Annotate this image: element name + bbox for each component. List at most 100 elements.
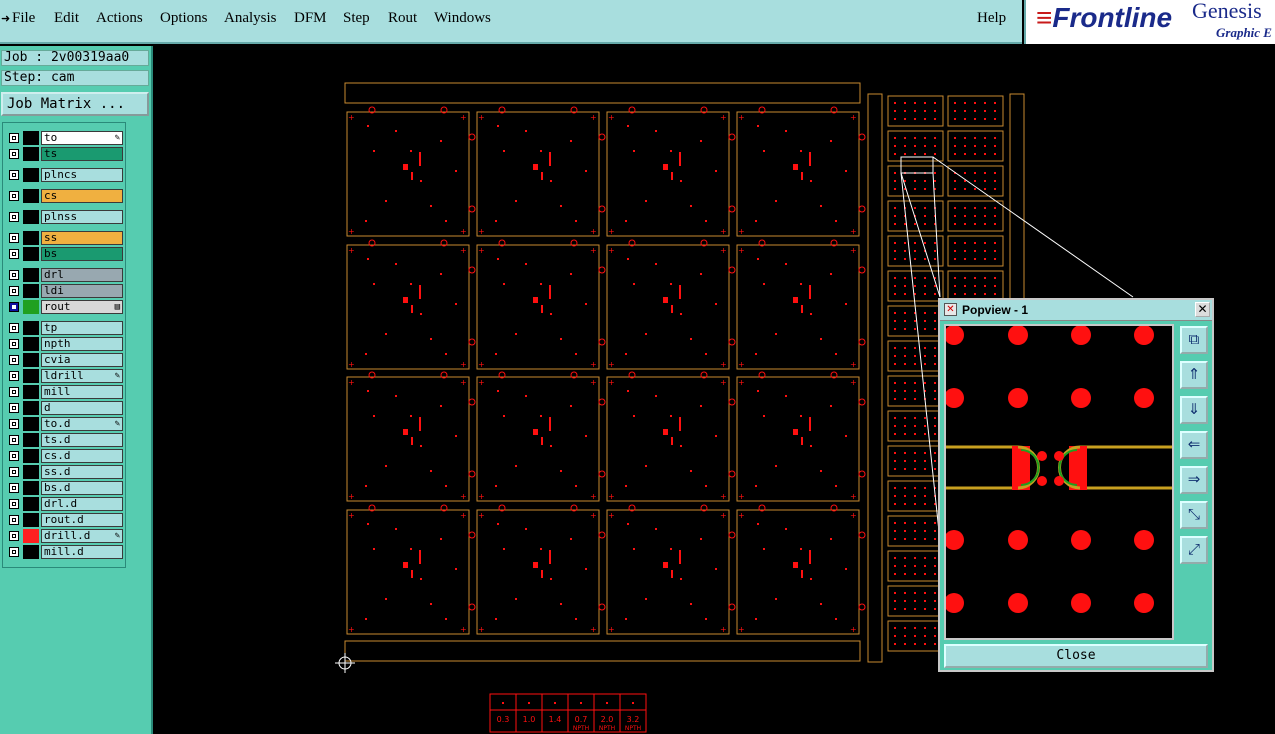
layer-name[interactable]: ts bbox=[41, 147, 123, 161]
layer-row-plncs[interactable]: plncs bbox=[5, 168, 125, 182]
zoom-fit-icon[interactable]: ⧉ bbox=[1180, 326, 1208, 354]
window-menu-icon[interactable]: ✕ bbox=[944, 303, 957, 316]
layer-color-swatch[interactable] bbox=[23, 321, 39, 335]
menu-windows[interactable]: Windows bbox=[434, 10, 491, 27]
close-button[interactable]: Close bbox=[944, 644, 1208, 668]
layer-name[interactable]: d bbox=[41, 401, 123, 415]
layer-name[interactable]: drl bbox=[41, 268, 123, 282]
layer-row-d[interactable]: d bbox=[5, 401, 125, 415]
layer-checkbox[interactable] bbox=[9, 149, 19, 159]
close-icon[interactable]: ✕ bbox=[1195, 302, 1210, 317]
move-left-icon[interactable]: ⇐ bbox=[1180, 431, 1208, 459]
popview-drawing[interactable] bbox=[944, 325, 1172, 638]
layer-color-swatch[interactable] bbox=[23, 210, 39, 224]
layer-checkbox[interactable] bbox=[9, 302, 19, 312]
layer-name[interactable]: mill.d bbox=[41, 545, 123, 559]
move-right-icon[interactable]: ⇒ bbox=[1180, 466, 1208, 494]
layer-color-swatch[interactable] bbox=[23, 231, 39, 245]
layer-checkbox[interactable] bbox=[9, 515, 19, 525]
layer-checkbox[interactable] bbox=[9, 547, 19, 557]
layer-name[interactable]: ss bbox=[41, 231, 123, 245]
layer-checkbox[interactable] bbox=[9, 371, 19, 381]
layer-row-drill-d[interactable]: drill.d ✎ bbox=[5, 529, 125, 543]
layer-checkbox[interactable] bbox=[9, 133, 19, 143]
layer-name[interactable]: to.d ✎ bbox=[41, 417, 123, 431]
layer-name[interactable]: drill.d ✎ bbox=[41, 529, 123, 543]
layer-row-rout[interactable]: rout ▤ bbox=[5, 300, 125, 314]
layer-row-to-d[interactable]: to.d ✎ bbox=[5, 417, 125, 431]
layer-row-mill[interactable]: mill bbox=[5, 385, 125, 399]
popview-titlebar[interactable]: ✕ Popview - 1 ✕ bbox=[940, 300, 1212, 321]
layer-checkbox[interactable] bbox=[9, 286, 19, 296]
layer-name[interactable]: ts.d bbox=[41, 433, 123, 447]
layer-name[interactable]: mill bbox=[41, 385, 123, 399]
layer-checkbox[interactable] bbox=[9, 233, 19, 243]
layer-row-bs-d[interactable]: bs.d bbox=[5, 481, 125, 495]
layer-row-ldrill[interactable]: ldrill ✎ bbox=[5, 369, 125, 383]
layer-color-swatch[interactable] bbox=[23, 449, 39, 463]
layer-row-cvia[interactable]: cvia bbox=[5, 353, 125, 367]
layer-name[interactable]: tp bbox=[41, 321, 123, 335]
layer-checkbox[interactable] bbox=[9, 451, 19, 461]
move-up-icon[interactable]: ⇑ bbox=[1180, 361, 1208, 389]
layer-row-ss-d[interactable]: ss.d bbox=[5, 465, 125, 479]
layer-name[interactable]: drl.d bbox=[41, 497, 123, 511]
layer-checkbox[interactable] bbox=[9, 435, 19, 445]
layer-name[interactable]: ss.d bbox=[41, 465, 123, 479]
layer-name[interactable]: plncs bbox=[41, 168, 123, 182]
menu-actions[interactable]: Actions bbox=[96, 10, 143, 27]
layer-color-swatch[interactable] bbox=[23, 337, 39, 351]
layer-color-swatch[interactable] bbox=[23, 189, 39, 203]
move-down-icon[interactable]: ⇓ bbox=[1180, 396, 1208, 424]
layer-color-swatch[interactable] bbox=[23, 401, 39, 415]
menu-options[interactable]: Options bbox=[160, 10, 208, 27]
layer-name[interactable]: rout.d bbox=[41, 513, 123, 527]
menu-edit[interactable]: Edit bbox=[54, 10, 79, 27]
layer-row-ts-d[interactable]: ts.d bbox=[5, 433, 125, 447]
layer-name[interactable]: cvia bbox=[41, 353, 123, 367]
layer-color-swatch[interactable] bbox=[23, 513, 39, 527]
layer-color-swatch[interactable] bbox=[23, 529, 39, 543]
menu-step[interactable]: Step bbox=[343, 10, 370, 27]
layer-checkbox[interactable] bbox=[9, 387, 19, 397]
layer-color-swatch[interactable] bbox=[23, 465, 39, 479]
layer-color-swatch[interactable] bbox=[23, 481, 39, 495]
layer-row-cs[interactable]: cs bbox=[5, 189, 125, 203]
popview-viewport[interactable] bbox=[944, 324, 1174, 640]
menu-analysis[interactable]: Analysis bbox=[224, 10, 277, 27]
layer-checkbox[interactable] bbox=[9, 403, 19, 413]
layer-color-swatch[interactable] bbox=[23, 497, 39, 511]
layer-row-drl-d[interactable]: drl.d bbox=[5, 497, 125, 511]
layer-row-plnss[interactable]: plnss bbox=[5, 210, 125, 224]
layer-checkbox[interactable] bbox=[9, 355, 19, 365]
layer-row-bs[interactable]: bs bbox=[5, 247, 125, 261]
layer-color-swatch[interactable] bbox=[23, 433, 39, 447]
layer-row-rout-d[interactable]: rout.d bbox=[5, 513, 125, 527]
layer-row-ss[interactable]: ss bbox=[5, 231, 125, 245]
layer-color-swatch[interactable] bbox=[23, 284, 39, 298]
layer-color-swatch[interactable] bbox=[23, 147, 39, 161]
layer-color-swatch[interactable] bbox=[23, 300, 39, 314]
layer-row-ldi[interactable]: ldi bbox=[5, 284, 125, 298]
zoom-out-icon[interactable]: ⤡ bbox=[1180, 501, 1208, 529]
layer-checkbox[interactable] bbox=[9, 191, 19, 201]
layer-checkbox[interactable] bbox=[9, 419, 19, 429]
layer-checkbox[interactable] bbox=[9, 339, 19, 349]
layer-row-drl[interactable]: drl bbox=[5, 268, 125, 282]
layer-name[interactable]: ldrill ✎ bbox=[41, 369, 123, 383]
menu-file[interactable]: File bbox=[12, 10, 35, 27]
layer-color-swatch[interactable] bbox=[23, 385, 39, 399]
layer-checkbox[interactable] bbox=[9, 323, 19, 333]
layer-checkbox[interactable] bbox=[9, 467, 19, 477]
layer-name[interactable]: to ✎ bbox=[41, 131, 123, 145]
layer-color-swatch[interactable] bbox=[23, 417, 39, 431]
layer-color-swatch[interactable] bbox=[23, 131, 39, 145]
layer-color-swatch[interactable] bbox=[23, 545, 39, 559]
zoom-in-icon[interactable]: ⤢ bbox=[1180, 536, 1208, 564]
menu-rout[interactable]: Rout bbox=[388, 10, 417, 27]
job-matrix-button[interactable]: Job Matrix ... bbox=[1, 92, 149, 116]
layer-name[interactable]: npth bbox=[41, 337, 123, 351]
layer-checkbox[interactable] bbox=[9, 531, 19, 541]
layer-name[interactable]: plnss bbox=[41, 210, 123, 224]
layer-name[interactable]: rout ▤ bbox=[41, 300, 123, 314]
